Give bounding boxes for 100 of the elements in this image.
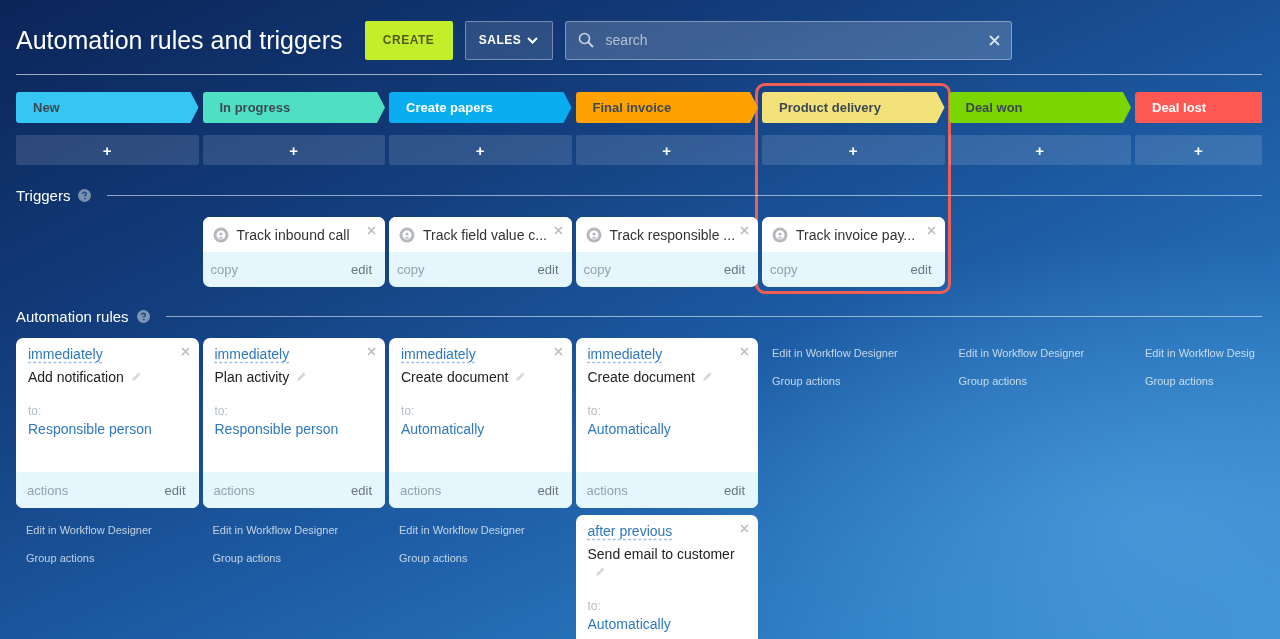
search-icon <box>577 31 594 48</box>
trigger-title: Track responsible ... <box>609 226 736 243</box>
pencil-icon[interactable] <box>129 371 142 383</box>
edit-link[interactable]: edit <box>537 482 559 498</box>
actions-link[interactable]: actions <box>27 482 69 498</box>
stage-tab[interactable]: Deal won <box>948 92 1131 123</box>
timing-link[interactable]: immediately <box>214 346 290 362</box>
rule-card[interactable]: immediately Create document to: Automatically actions edit <box>575 338 758 508</box>
rule-name: Create document <box>401 369 509 385</box>
close-icon[interactable] <box>926 226 936 235</box>
actions-link[interactable]: actions <box>213 482 255 498</box>
designer-link[interactable]: Group actions <box>772 375 945 387</box>
designer-link[interactable]: Edit in Workflow Designer <box>772 347 945 359</box>
designer-link[interactable]: Group actions <box>399 552 572 564</box>
trigger-card[interactable]: Track inbound call copy edit <box>202 217 385 287</box>
copy-link[interactable]: copy <box>770 262 798 277</box>
pipeline-dropdown[interactable]: SALES <box>464 20 553 60</box>
section-title: Automation rules <box>16 307 129 325</box>
to-label: to: <box>587 599 602 613</box>
recipient-link[interactable]: Automatically <box>587 616 746 632</box>
edit-link[interactable]: edit <box>351 262 372 277</box>
recipient-link[interactable]: Automatically <box>587 421 746 437</box>
designer-link[interactable]: Group actions <box>958 375 1131 387</box>
to-label: to: <box>587 404 602 418</box>
edit-link[interactable]: edit <box>910 262 932 277</box>
timing-link[interactable]: immediately <box>28 346 103 362</box>
pencil-icon[interactable] <box>514 371 527 383</box>
edit-link[interactable]: edit <box>724 262 745 277</box>
create-button[interactable]: CREATE <box>364 20 453 60</box>
rule-card[interactable]: immediately Plan activity to: Responsible person actions edit <box>202 338 385 508</box>
recipient-link[interactable]: Automatically <box>401 421 560 437</box>
designer-link[interactable]: Group actions <box>26 552 199 564</box>
help-icon[interactable] <box>136 309 150 323</box>
add-trigger-button[interactable]: + <box>575 135 758 165</box>
caret-icon <box>527 36 539 44</box>
close-icon[interactable] <box>367 226 376 235</box>
pencil-icon[interactable] <box>700 371 713 383</box>
pencil-icon[interactable] <box>593 566 606 578</box>
rule-name: Create document <box>587 369 695 385</box>
help-icon[interactable] <box>78 188 92 202</box>
trigger-card[interactable]: Track invoice pay... copy edit <box>762 217 945 287</box>
user-icon <box>585 226 602 243</box>
designer-link[interactable]: Edit in Workflow Designer <box>958 347 1131 359</box>
designer-link[interactable]: Edit in Workflow Designer <box>212 524 385 536</box>
close-icon[interactable] <box>180 347 190 356</box>
pencil-icon[interactable] <box>295 371 308 383</box>
rule-card[interactable]: immediately Add notification to: Responsible person actions edit <box>16 338 199 508</box>
actions-link[interactable]: actions <box>586 482 628 498</box>
rule-name: Plan activity <box>214 369 290 385</box>
recipient-link[interactable]: Responsible person <box>28 421 187 437</box>
rule-card[interactable]: immediately Create document to: Automatically actions edit <box>389 338 572 508</box>
stage-tab[interactable]: In progress <box>202 92 385 123</box>
designer-link[interactable]: Edit in Workflow Desig <box>1145 347 1262 359</box>
designer-link[interactable]: Edit in Workflow Designer <box>399 524 572 536</box>
user-icon <box>399 226 415 243</box>
rule-card[interactable]: after previous Send email to customer to: Automatically <box>575 515 758 639</box>
add-trigger-button[interactable]: + <box>389 135 572 165</box>
stage-tab[interactable]: Create papers <box>389 92 572 123</box>
add-trigger-button[interactable]: + <box>762 135 945 165</box>
edit-link[interactable]: edit <box>537 262 559 277</box>
designer-link[interactable]: Edit in Workflow Designer <box>26 524 199 536</box>
close-icon[interactable] <box>740 524 749 533</box>
copy-link[interactable]: copy <box>583 262 611 277</box>
timing-link[interactable]: immediately <box>401 346 476 362</box>
page-title: Automation rules and triggers <box>16 25 343 55</box>
edit-link[interactable]: edit <box>351 482 372 498</box>
to-label: to: <box>28 404 43 418</box>
stage-tab[interactable]: Deal lost <box>1135 92 1262 123</box>
copy-link[interactable]: copy <box>210 262 238 277</box>
edit-link[interactable]: edit <box>164 482 186 498</box>
close-icon[interactable] <box>553 347 563 356</box>
recipient-link[interactable]: Responsible person <box>214 421 373 437</box>
actions-link[interactable]: actions <box>400 482 442 498</box>
edit-link[interactable]: edit <box>724 482 745 498</box>
rule-name: Add notification <box>28 369 124 385</box>
timing-link[interactable]: after previous <box>587 523 673 539</box>
add-trigger-button[interactable]: + <box>16 135 199 165</box>
designer-link[interactable]: Group actions <box>1145 375 1262 387</box>
to-label: to: <box>214 404 229 418</box>
trigger-card[interactable]: Track responsible ... copy edit <box>575 217 758 287</box>
close-icon[interactable] <box>740 226 749 235</box>
timing-link[interactable]: immediately <box>587 346 663 362</box>
stage-tab[interactable]: Final invoice <box>575 92 758 123</box>
stage-tab[interactable]: Product delivery <box>762 92 945 123</box>
trigger-card[interactable]: Track field value c... copy edit <box>389 217 572 287</box>
copy-link[interactable]: copy <box>397 262 425 277</box>
add-trigger-button[interactable]: + <box>1135 135 1262 165</box>
user-icon <box>212 226 229 243</box>
trigger-title: Track inbound call <box>236 226 350 243</box>
close-icon[interactable] <box>553 226 563 235</box>
rule-name: Send email to customer <box>587 546 735 562</box>
add-trigger-button[interactable]: + <box>948 135 1131 165</box>
designer-link[interactable]: Group actions <box>212 552 385 564</box>
trigger-title: Track invoice pay... <box>796 226 916 243</box>
stage-tab[interactable]: New <box>16 92 199 123</box>
add-trigger-button[interactable]: + <box>202 135 385 165</box>
to-label: to: <box>401 404 416 418</box>
close-icon[interactable] <box>740 347 749 356</box>
close-icon[interactable] <box>367 347 376 356</box>
trigger-title: Track field value c... <box>423 226 547 243</box>
